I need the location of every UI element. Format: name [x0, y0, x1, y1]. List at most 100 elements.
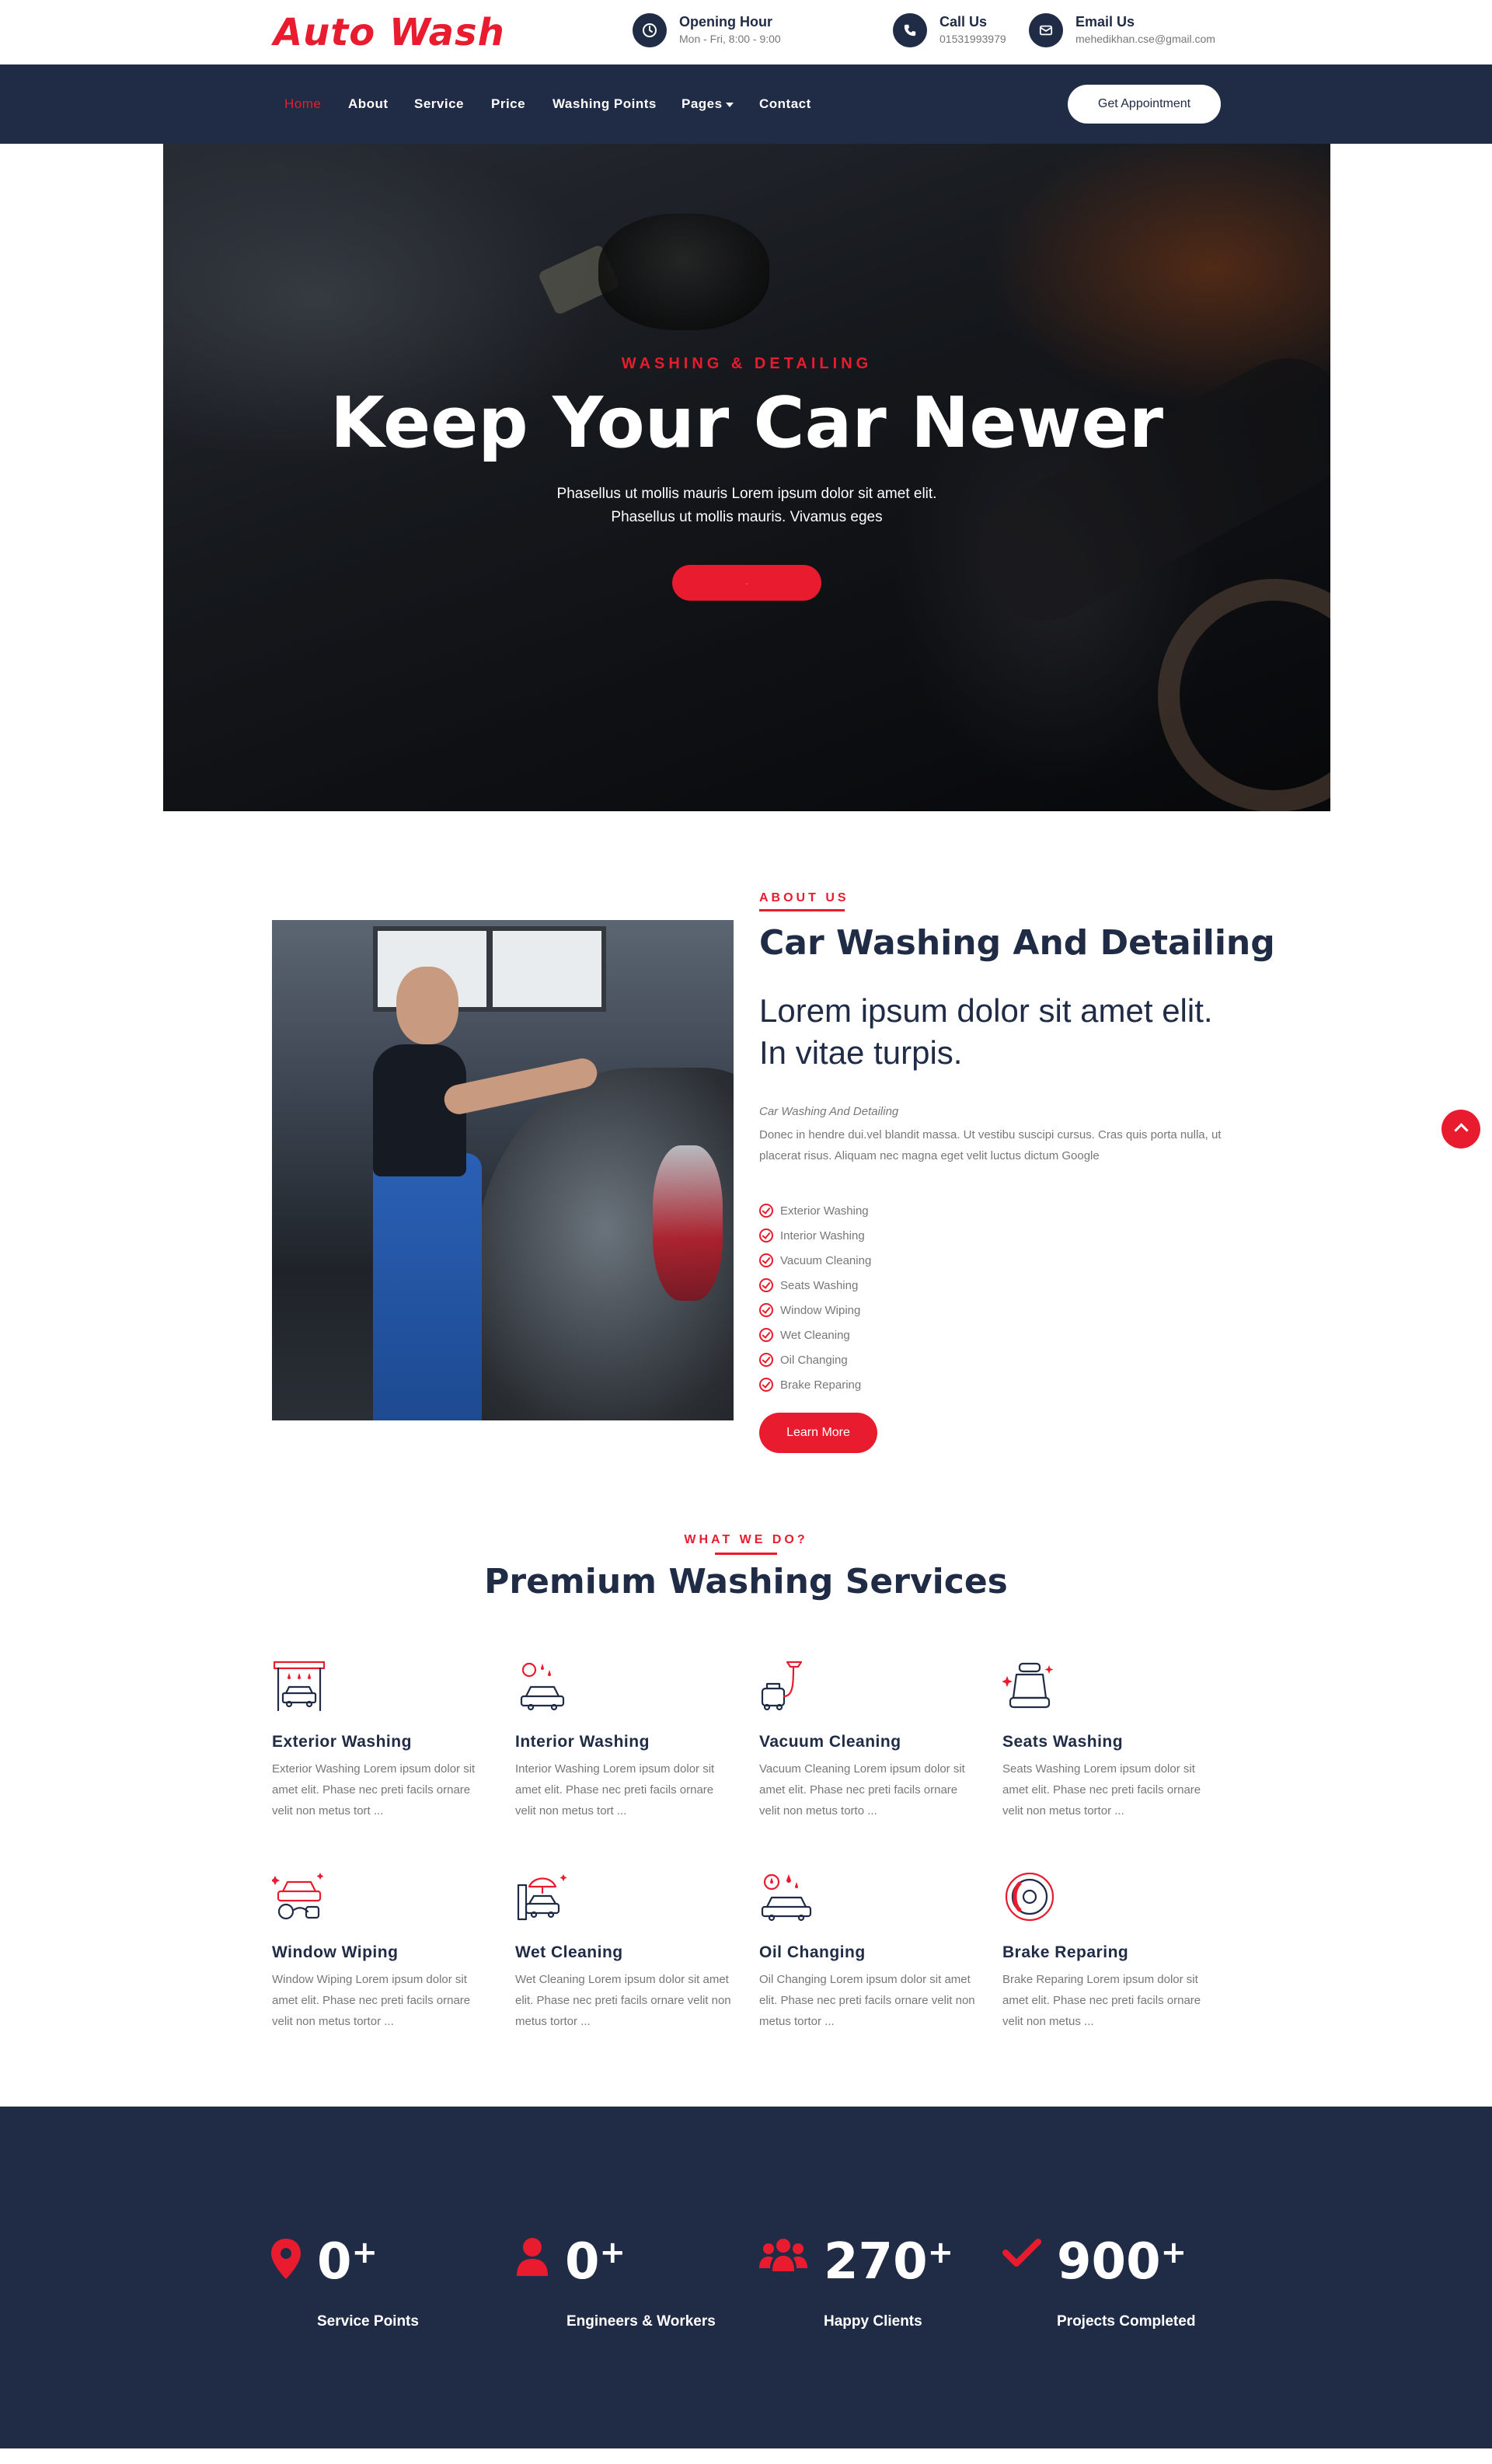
service-name: Brake Reparing	[1002, 1943, 1129, 1961]
service-card[interactable]: Seats Washing Seats Washing Lorem ipsum …	[1002, 1659, 1224, 1821]
service-name: Wet Cleaning	[515, 1943, 623, 1961]
service-card[interactable]: Window Wiping Window Wiping Lorem ipsum …	[270, 1870, 493, 2032]
stat-label: Happy Clients	[824, 2313, 922, 2330]
envelope-icon	[1029, 13, 1063, 47]
check-circle-icon	[759, 1303, 773, 1317]
car-wash-station-icon	[273, 1661, 326, 1712]
service-desc: Wet Cleaning Lorem ipsum dolor sit amet …	[515, 1973, 731, 2028]
list-item: Oil Changing	[759, 1347, 871, 1372]
car-interior-icon	[520, 1662, 565, 1711]
nav-washing-points[interactable]: Washing Points	[553, 64, 657, 144]
chevron-down-icon	[725, 102, 734, 107]
list-item: Wet Cleaning	[759, 1323, 871, 1347]
services-eyebrow: WHAT WE DO?	[684, 1533, 808, 1546]
opening-hour-title: Opening Hour	[679, 14, 772, 30]
clock-icon	[633, 13, 667, 47]
nav-about[interactable]: About	[348, 64, 389, 144]
stat-value: 270+	[824, 2233, 954, 2291]
opening-hour-info: Opening Hour Mon - Fri, 8:00 - 9:00	[633, 13, 781, 47]
oil-changing-icon	[761, 1873, 812, 1922]
service-desc: Seats Washing Lorem ipsum dolor sit amet…	[1002, 1762, 1201, 1818]
nav-pages-dropdown[interactable]: Pages	[682, 64, 734, 144]
main-nav: Home About Service Price Washing Points …	[0, 64, 1492, 144]
user-icon	[517, 2238, 548, 2276]
nav-contact[interactable]: Contact	[759, 64, 811, 144]
stat-label: Engineers & Workers	[566, 2313, 716, 2330]
stat-value: 0+	[317, 2233, 378, 2291]
check-circle-icon	[759, 1229, 773, 1242]
stat-label: Projects Completed	[1057, 2313, 1196, 2330]
about-image	[272, 920, 734, 1420]
service-desc: Exterior Washing Lorem ipsum dolor sit a…	[272, 1762, 476, 1818]
hero-title: Keep Your Car Newer	[330, 382, 1163, 464]
top-bar: Auto Wash Opening Hour Mon - Fri, 8:00 -…	[0, 0, 1492, 64]
stats-section: 0+ Service Points 0+ Engineers & Workers…	[0, 2107, 1492, 2448]
back-to-top-button[interactable]	[1441, 1110, 1480, 1148]
service-card[interactable]: Vacuum Cleaning Vacuum Cleaning Lorem ip…	[759, 1659, 981, 1821]
service-desc: Vacuum Cleaning Lorem ipsum dolor sit am…	[759, 1762, 965, 1818]
window-wiping-icon	[270, 1873, 324, 1920]
phone-icon	[893, 13, 927, 47]
list-item: Brake Reparing	[759, 1372, 871, 1397]
service-card[interactable]: Wet Cleaning Wet Cleaning Lorem ipsum do…	[515, 1870, 737, 2032]
car-seat-icon	[1002, 1662, 1054, 1709]
check-circle-icon	[759, 1378, 773, 1392]
call-info: Call Us 01531993979	[893, 13, 1006, 47]
services-eyebrow-underline	[715, 1553, 777, 1555]
check-circle-icon	[759, 1328, 773, 1342]
about-caption: Car Washing And Detailing	[759, 1105, 899, 1118]
about-eyebrow-underline	[759, 909, 845, 911]
check-circle-icon	[759, 1253, 773, 1267]
hero-button[interactable]: .	[672, 565, 821, 601]
check-circle-icon	[759, 1353, 773, 1367]
logo[interactable]: Auto Wash	[274, 8, 505, 58]
service-desc: Interior Washing Lorem ipsum dolor sit a…	[515, 1762, 715, 1818]
email-value[interactable]: mehedikhan.cse@gmail.com	[1075, 30, 1215, 47]
learn-more-button[interactable]: Learn More	[759, 1413, 877, 1453]
hero-text: Phasellus ut mollis mauris Lorem ipsum d…	[163, 483, 1330, 529]
service-name: Exterior Washing	[272, 1733, 412, 1751]
get-appointment-button[interactable]: Get Appointment	[1068, 85, 1221, 124]
email-title: Email Us	[1075, 14, 1135, 30]
check-icon	[1002, 2239, 1041, 2267]
service-card[interactable]: Oil Changing Oil Changing Lorem ipsum do…	[759, 1870, 981, 2032]
service-desc: Window Wiping Lorem ipsum dolor sit amet…	[272, 1973, 471, 2028]
stat-value: 0+	[565, 2233, 626, 2291]
about-title: Car Washing And Detailing	[759, 923, 1275, 963]
service-name: Seats Washing	[1002, 1733, 1124, 1751]
list-item: Exterior Washing	[759, 1198, 871, 1223]
list-item: Seats Washing	[759, 1273, 871, 1298]
opening-hour-value: Mon - Fri, 8:00 - 9:00	[679, 33, 781, 45]
service-name: Window Wiping	[272, 1943, 399, 1961]
service-card[interactable]: Brake Reparing Brake Reparing Lorem ipsu…	[1002, 1870, 1224, 2032]
service-card[interactable]: Interior Washing Interior Washing Lorem …	[515, 1659, 737, 1821]
list-item: Vacuum Cleaning	[759, 1248, 871, 1273]
list-item: Window Wiping	[759, 1298, 871, 1323]
map-marker-icon	[271, 2239, 301, 2279]
about-lead: Lorem ipsum dolor sit amet elit. In vita…	[759, 992, 1213, 1071]
nav-pages-label: Pages	[682, 96, 723, 111]
nav-service[interactable]: Service	[414, 64, 464, 144]
service-desc: Brake Reparing Lorem ipsum dolor sit ame…	[1002, 1973, 1201, 2028]
service-name: Oil Changing	[759, 1943, 866, 1961]
users-icon	[759, 2239, 807, 2271]
call-value[interactable]: 01531993979	[939, 30, 1006, 47]
nav-price[interactable]: Price	[491, 64, 525, 144]
stat-label: Service Points	[317, 2313, 419, 2330]
about-checklist: Exterior Washing Interior Washing Vacuum…	[759, 1198, 871, 1397]
vacuum-icon	[761, 1661, 803, 1711]
wet-cleaning-icon	[517, 1874, 567, 1921]
hero-text-line-1: Phasellus ut mollis mauris Lorem ipsum d…	[556, 486, 937, 502]
service-name: Vacuum Cleaning	[759, 1733, 901, 1751]
check-circle-icon	[759, 1278, 773, 1292]
service-card[interactable]: Exterior Washing Exterior Washing Lorem …	[272, 1659, 493, 1821]
about-eyebrow: ABOUT US	[759, 891, 849, 904]
nav-home[interactable]: Home	[284, 64, 321, 144]
check-circle-icon	[759, 1204, 773, 1218]
list-item: Interior Washing	[759, 1223, 871, 1248]
hero-banner: WASHING & DETAILING Keep Your Car Newer …	[163, 144, 1330, 811]
hero-text-line-2: Phasellus ut mollis mauris. Vivamus eges	[611, 509, 883, 525]
hero-eyebrow: WASHING & DETAILING	[621, 355, 873, 372]
stat-value: 900+	[1057, 2233, 1187, 2291]
service-desc: Oil Changing Lorem ipsum dolor sit amet …	[759, 1973, 975, 2028]
